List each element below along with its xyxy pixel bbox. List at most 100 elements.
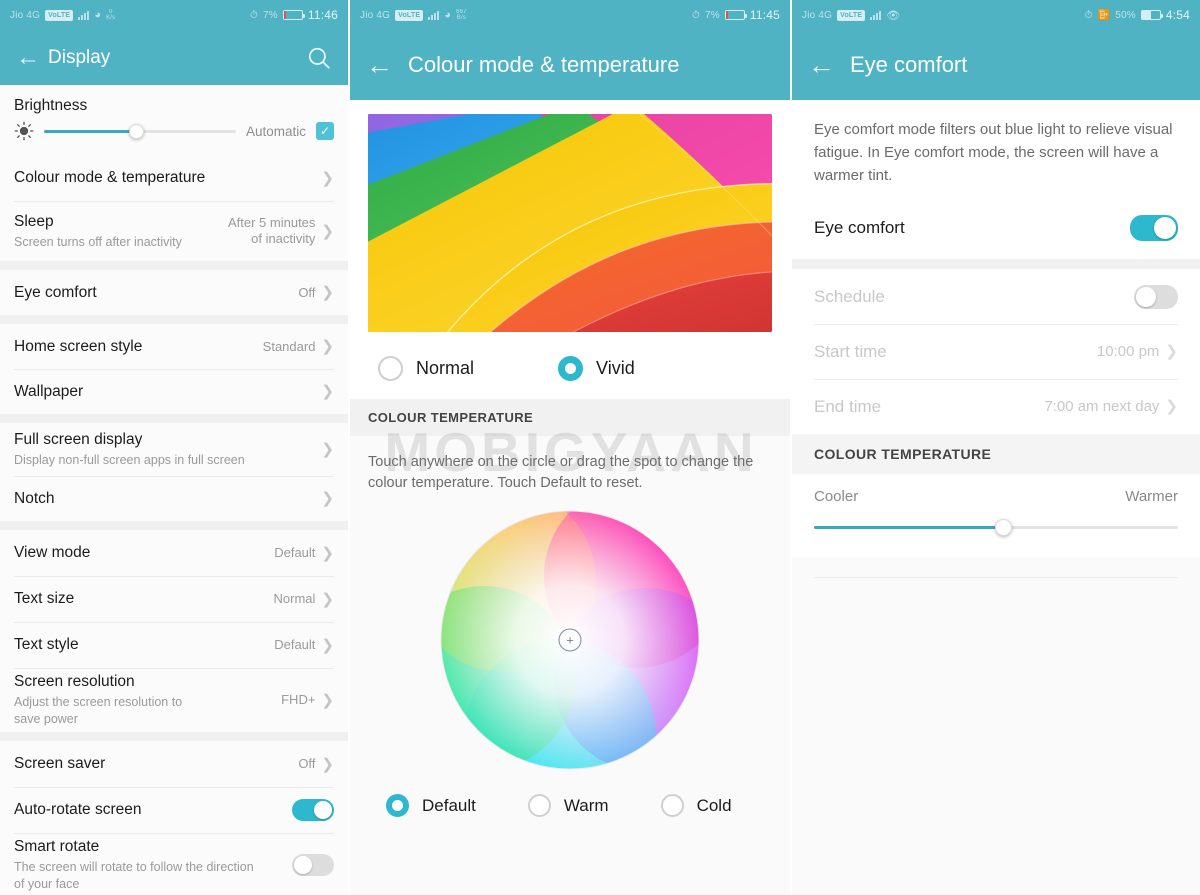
chevron-right-icon: ❯ <box>321 636 334 654</box>
chevron-right-icon: ❯ <box>321 590 334 608</box>
chevron-right-icon: ❯ <box>321 222 334 240</box>
smart-rotate-toggle[interactable] <box>292 854 334 876</box>
list-item-text-style[interactable]: Text style Default ❯ <box>0 622 348 668</box>
auto-rotate-toggle[interactable] <box>292 799 334 821</box>
status-bar-panel3: Jio 4G VoLTE 👁 ⏱ 📴 50% 4:54 <box>792 0 1200 30</box>
alarm-icon: ⏱ <box>692 9 700 21</box>
radio-circle[interactable] <box>378 356 403 381</box>
chevron-right-icon: ❯ <box>321 284 334 301</box>
network-speed-label: 0 K/s <box>106 9 116 21</box>
list-item-home-screen-style[interactable]: Home screen style Standard ❯ <box>0 324 348 369</box>
colour-temperature-slider[interactable] <box>814 518 1178 536</box>
status-bar-left: Jio 4G VoLTE ◕ 667 B/s <box>360 9 467 21</box>
search-icon[interactable] <box>306 45 332 71</box>
vibrate-icon: 📴 <box>1097 9 1111 21</box>
list-item-schedule[interactable]: Schedule <box>792 269 1200 324</box>
list-item-colour-mode[interactable]: Colour mode & temperature ❯ <box>0 155 348 201</box>
chevron-right-icon: ❯ <box>321 441 334 458</box>
row-right: ❯ <box>321 491 334 506</box>
wallpaper-preview-image <box>368 114 772 332</box>
colour-wheel[interactable]: + <box>440 510 700 770</box>
radio-option-cold[interactable]: Cold <box>660 794 732 817</box>
row-title: Schedule <box>814 286 885 306</box>
section-divider <box>0 414 348 423</box>
row-right: After 5 minutes of inactivity ❯ <box>228 215 334 247</box>
row-title: Full screen display <box>14 431 143 448</box>
back-arrow-icon[interactable]: ← <box>366 51 398 79</box>
schedule-toggle[interactable] <box>1134 284 1178 309</box>
radio-circle[interactable] <box>660 794 684 817</box>
section-divider <box>0 315 348 324</box>
list-item-text-size[interactable]: Text size Normal ❯ <box>0 576 348 622</box>
status-bar-panel2: Jio 4G VoLTE ◕ 667 B/s ⏱ 7% 11:45 <box>350 0 790 30</box>
row-main: Text size <box>14 589 74 609</box>
list-item-full-screen-display[interactable]: Full screen display Display non-full scr… <box>0 423 348 476</box>
list-item-auto-rotate-screen[interactable]: Auto-rotate screen <box>0 787 348 833</box>
battery-percent-label: 50% <box>1115 9 1136 21</box>
row-right: Standard ❯ <box>263 339 334 355</box>
radio-label: Warm <box>563 795 609 815</box>
list-item-smart-rotate[interactable]: Smart rotate The screen will rotate to f… <box>0 833 348 895</box>
battery-percent-label: 7% <box>705 9 720 21</box>
row-right: Off ❯ <box>298 756 334 772</box>
row-title: Screen saver <box>14 755 106 772</box>
list-item-wallpaper[interactable]: Wallpaper ❯ <box>0 369 348 414</box>
radio-label: Vivid <box>596 358 635 378</box>
slider-thumb[interactable] <box>129 123 145 139</box>
page-title: Eye comfort <box>850 52 968 77</box>
row-value: Standard <box>262 338 316 354</box>
eye-comfort-toggle[interactable] <box>1130 215 1178 241</box>
row-title: End time <box>814 396 882 416</box>
row-main: Home screen style <box>14 337 142 357</box>
row-main: Schedule <box>814 287 885 307</box>
clock-label: 11:46 <box>307 8 338 22</box>
list-item-sleep[interactable]: Sleep Screen turns off after inactivity … <box>0 201 348 261</box>
carrier-label: Jio 4G <box>10 9 41 21</box>
page-title: Display <box>48 46 111 68</box>
carrier-label: Jio 4G <box>802 9 833 21</box>
app-bar-eye-comfort: ← Eye comfort <box>792 30 1200 100</box>
colour-mode-radio-group: Normal Vivid <box>350 344 790 399</box>
row-value: Default <box>274 637 316 652</box>
panel-colour-mode-temperature: Jio 4G VoLTE ◕ 667 B/s ⏱ 7% 11:45 ← Colou… <box>348 0 790 895</box>
row-title: Start time <box>814 341 887 361</box>
radio-label: Default <box>422 795 476 815</box>
list-item-start-time[interactable]: Start time 10:00 pm ❯ <box>792 324 1200 379</box>
radio-circle-selected[interactable] <box>558 356 584 381</box>
row-title: Notch <box>14 489 55 507</box>
list-item-screen-saver[interactable]: Screen saver Off ❯ <box>0 741 348 787</box>
row-subtitle: Screen turns off after inactivity <box>14 234 182 249</box>
radio-circle[interactable] <box>527 794 551 817</box>
colour-wheel-spot[interactable]: + <box>558 628 582 652</box>
brightness-icon <box>14 121 34 141</box>
radio-option-vivid[interactable]: Vivid <box>558 356 635 381</box>
row-main: Eye comfort <box>14 283 97 303</box>
row-value: Normal <box>273 591 316 606</box>
list-item-eye-comfort[interactable]: Eye comfort Off ❯ <box>0 270 348 315</box>
back-arrow-icon[interactable]: ← <box>808 51 840 79</box>
list-item-notch[interactable]: Notch ❯ <box>0 476 348 521</box>
radio-option-warm[interactable]: Warm <box>527 794 609 817</box>
chevron-right-icon: ❯ <box>321 383 334 400</box>
volte-icon: VoLTE <box>395 9 424 21</box>
radio-label: Normal <box>416 358 475 378</box>
automatic-checkbox[interactable]: ✓ <box>316 122 334 140</box>
status-bar-left: Jio 4G VoLTE ◕ 0 K/s <box>10 9 115 21</box>
list-item-view-mode[interactable]: View mode Default ❯ <box>0 530 348 576</box>
back-arrow-icon[interactable]: ← <box>16 45 48 70</box>
radio-option-normal[interactable]: Normal <box>378 356 474 381</box>
radio-circle-selected[interactable] <box>386 794 409 817</box>
slider-thumb[interactable] <box>995 518 1013 536</box>
list-item-end-time[interactable]: End time 7:00 am next day ❯ <box>792 379 1200 434</box>
list-item-eye-comfort-toggle[interactable]: Eye comfort <box>792 197 1200 259</box>
brightness-slider[interactable] <box>44 121 236 141</box>
row-value: Off <box>298 284 316 300</box>
wallpaper-preview-container <box>350 100 790 344</box>
brightness-label: Brightness <box>0 85 348 117</box>
section-divider <box>0 732 348 741</box>
row-title: Text style <box>14 636 79 653</box>
clock-label: 11:45 <box>749 8 780 22</box>
radio-option-default[interactable]: Default <box>386 794 476 817</box>
list-item-screen-resolution[interactable]: Screen resolution Adjust the screen reso… <box>0 668 348 732</box>
wifi-icon: ◕ <box>444 9 452 21</box>
